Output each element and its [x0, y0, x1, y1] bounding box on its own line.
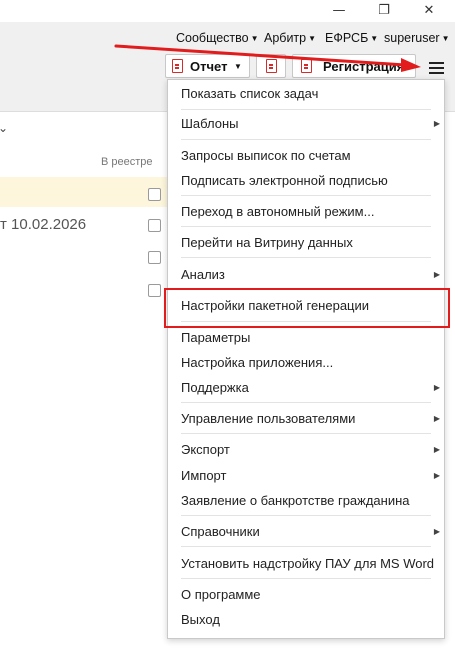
chevron-right-icon: ▶	[433, 527, 440, 536]
menu-item-label: Экспорт	[181, 442, 230, 457]
nav-efrsb[interactable]: ЕФРСБ ▼	[325, 31, 378, 45]
menu-item-user-management[interactable]: Управление пользователями ▶	[168, 407, 444, 431]
close-icon[interactable]: ✕	[418, 2, 440, 20]
menu-item-label: Установить надстройку ПАУ для MS Word	[181, 556, 435, 571]
chevron-down-icon[interactable]: ⌄	[0, 121, 8, 135]
menu-item-templates[interactable]: Шаблоны ▶	[168, 112, 444, 136]
nav-arbitr[interactable]: Арбитр ▼	[264, 31, 316, 45]
table-row[interactable]	[0, 177, 170, 207]
menu-item-show-tasks[interactable]: Показать список задач	[168, 82, 444, 106]
chevron-right-icon: ▶	[433, 383, 440, 392]
restore-icon[interactable]: ❐	[373, 2, 395, 20]
menu-item-label: Импорт	[181, 468, 227, 483]
nav-user[interactable]: superuser ▼	[384, 31, 450, 45]
menu-item-label: Подписать электронной подписью	[181, 173, 388, 188]
menu-item-label: Показать список задач	[181, 86, 319, 101]
menu-item-import[interactable]: Импорт ▶	[168, 464, 444, 488]
annotation-highlight-box	[164, 288, 450, 328]
nav-community[interactable]: Сообщество ▼	[176, 31, 259, 45]
menu-separator	[181, 195, 431, 196]
menu-separator	[181, 226, 431, 227]
menu-item-analysis[interactable]: Анализ ▶	[168, 263, 444, 287]
registration-button[interactable]: Регистрация ▼	[292, 54, 416, 78]
nav-arbitr-label: Арбитр	[264, 31, 307, 45]
menu-item-label: Перейти на Витрину данных	[181, 235, 353, 250]
menu-item-data-showcase[interactable]: Перейти на Витрину данных	[168, 231, 444, 255]
menu-item-sign-digital[interactable]: Подписать электронной подписью	[168, 169, 444, 193]
menu-separator	[181, 402, 431, 403]
chevron-down-icon: ▼	[401, 62, 409, 71]
chevron-right-icon: ▶	[433, 270, 440, 279]
registry-checkbox[interactable]	[148, 284, 161, 297]
menu-item-support[interactable]: Поддержка ▶	[168, 376, 444, 400]
nav-user-label: superuser	[384, 31, 440, 45]
chevron-right-icon: ▶	[433, 119, 440, 128]
chevron-down-icon: ▼	[370, 34, 379, 43]
menu-item-offline-mode[interactable]: Переход в автономный режим...	[168, 200, 444, 224]
menu-item-label: Заявление о банкротстве гражданина	[181, 493, 410, 508]
table-row-date: т 10.02.2026	[0, 216, 87, 233]
chevron-right-icon: ▶	[433, 414, 440, 423]
registry-checkbox[interactable]	[148, 251, 161, 264]
menu-separator	[181, 515, 431, 516]
menu-separator	[181, 109, 431, 110]
hamburger-menu-icon[interactable]	[429, 62, 444, 74]
menu-item-label: Поддержка	[181, 380, 249, 395]
menu-item-label: Справочники	[181, 524, 260, 539]
export-icon	[266, 59, 277, 73]
menu-item-label: Переход в автономный режим...	[181, 204, 375, 219]
menu-separator	[181, 433, 431, 434]
chevron-right-icon: ▶	[433, 471, 440, 480]
register-icon	[301, 59, 312, 73]
report-button[interactable]: Отчет ▼	[165, 54, 250, 78]
menu-item-account-statements[interactable]: Запросы выписок по счетам	[168, 144, 444, 168]
registry-checkbox[interactable]	[148, 188, 161, 201]
share-button[interactable]	[256, 54, 286, 78]
menu-item-label: Управление пользователями	[181, 411, 356, 426]
menu-item-label: Шаблоны	[181, 116, 239, 131]
menu-item-label: Запросы выписок по счетам	[181, 148, 351, 163]
chevron-down-icon: ▼	[308, 34, 317, 43]
menu-item-exit[interactable]: Выход	[168, 608, 444, 632]
menu-item-parameters[interactable]: Параметры	[168, 326, 444, 350]
chevron-right-icon: ▶	[433, 445, 440, 454]
chevron-down-icon: ▼	[441, 34, 450, 43]
window-titlebar: — ❐ ✕	[0, 0, 455, 22]
menu-separator	[181, 578, 431, 579]
menu-item-install-word-addin[interactable]: Установить надстройку ПАУ для MS Word	[168, 552, 444, 576]
menu-item-export[interactable]: Экспорт ▶	[168, 438, 444, 462]
nav-efrsb-label: ЕФРСБ	[325, 31, 369, 45]
column-header-in-registry: В реестре	[101, 156, 153, 168]
menu-item-label: Параметры	[181, 330, 251, 345]
document-icon	[172, 59, 183, 73]
main-dropdown-menu: Показать список задач Шаблоны ▶ Запросы в…	[167, 79, 445, 639]
menu-item-bankruptcy-statement[interactable]: Заявление о банкротстве гражданина	[168, 489, 444, 513]
nav-community-label: Сообщество	[176, 31, 249, 45]
menu-item-label: Анализ	[181, 267, 225, 282]
menu-separator	[181, 139, 431, 140]
menu-item-reference-books[interactable]: Справочники ▶	[168, 520, 444, 544]
menu-item-label: Выход	[181, 612, 220, 627]
menu-item-label: Настройка приложения...	[181, 355, 334, 370]
menu-separator	[181, 257, 431, 258]
chevron-down-icon: ▼	[234, 62, 242, 71]
registration-button-label: Регистрация	[323, 59, 405, 74]
minimize-icon[interactable]: —	[328, 2, 350, 20]
menu-item-label: О программе	[181, 587, 261, 602]
chevron-down-icon: ▼	[250, 34, 259, 43]
report-button-label: Отчет	[190, 59, 228, 74]
menu-separator	[181, 546, 431, 547]
registry-checkbox[interactable]	[148, 219, 161, 232]
menu-item-app-settings[interactable]: Настройка приложения...	[168, 351, 444, 375]
menu-item-about[interactable]: О программе	[168, 583, 444, 607]
